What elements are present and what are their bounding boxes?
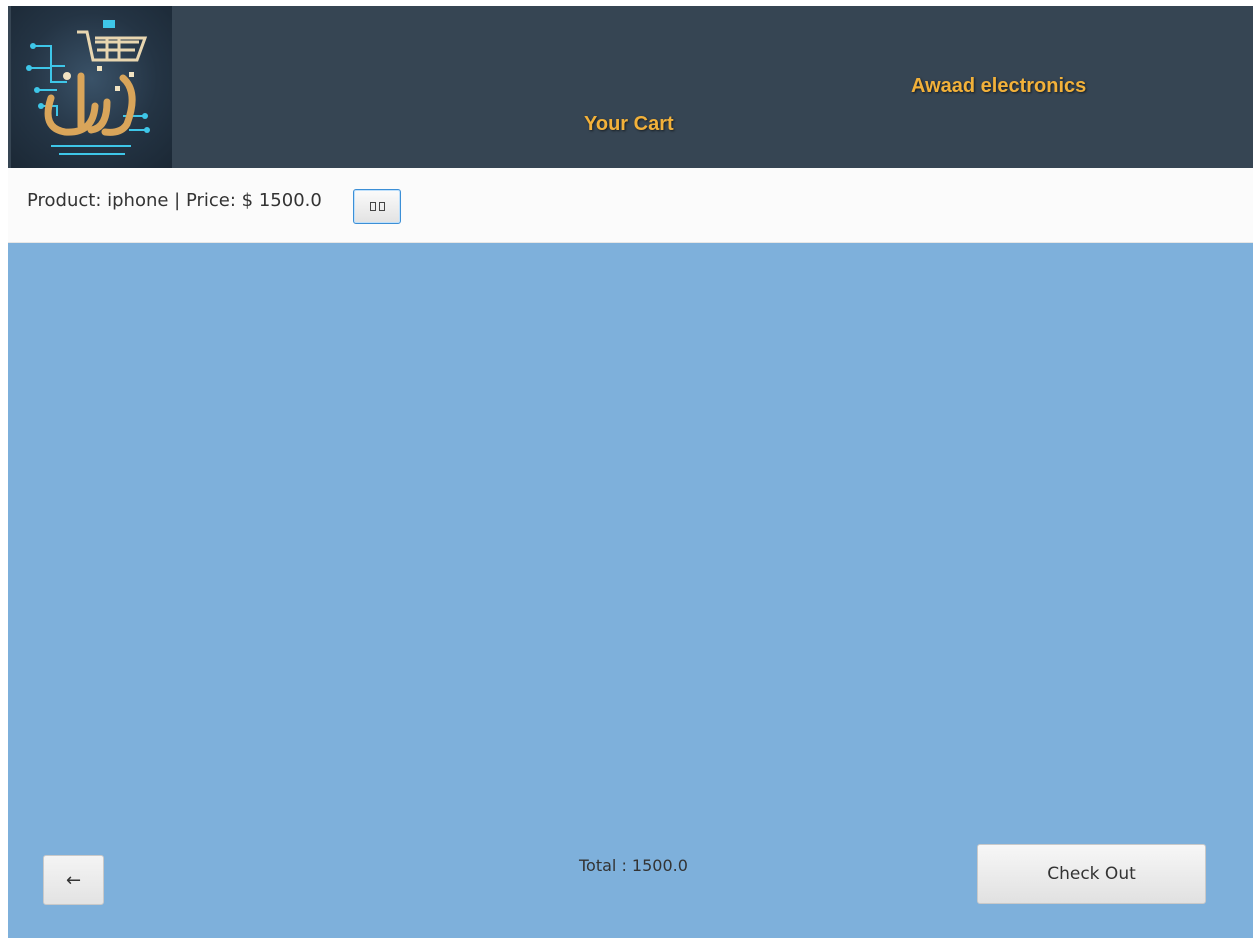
back-button[interactable]: ← [43,855,104,905]
cart-item-row: Product: iphone | Price: $ 1500.0 [8,168,1253,243]
remove-item-icon [369,202,376,211]
cart-total: Total : 1500.0 [579,856,688,875]
app-header: Your Cart Awaad electronics [8,6,1253,168]
store-name: Awaad electronics [911,75,1087,97]
page-title: Your Cart [584,113,674,135]
checkout-button[interactable]: Check Out [977,844,1206,904]
remove-item-button[interactable] [353,189,401,224]
shopping-cart-circuit-logo-icon [26,20,150,155]
cart-item-label: Product: iphone | Price: $ 1500.0 [27,190,322,211]
cart-window: Your Cart Awaad electronics Product: iph… [8,6,1253,938]
store-logo [11,6,172,168]
remove-item-icon-glyph [378,202,385,211]
